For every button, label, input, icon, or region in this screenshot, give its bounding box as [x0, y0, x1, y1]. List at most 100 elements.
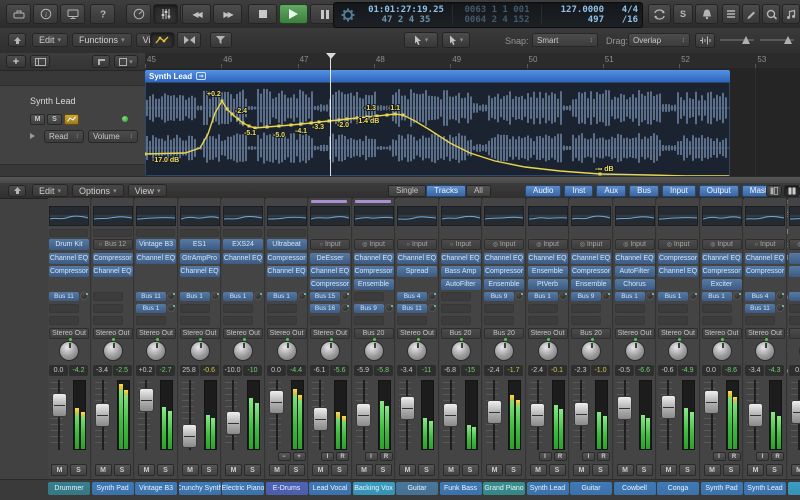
input-slot[interactable]: Vintage B3 — [136, 239, 176, 250]
slider-thumb[interactable] — [742, 36, 750, 44]
send-slot-empty[interactable] — [702, 304, 732, 313]
volume-fader[interactable] — [617, 396, 632, 420]
apple-loops-button[interactable] — [762, 4, 780, 24]
volume-value[interactable]: -3.4 — [745, 365, 764, 376]
audio-fx-slot[interactable]: P — [789, 266, 800, 277]
lcd-locators-block[interactable]: 0063 1 1 001 0064 2 4 152 — [452, 5, 541, 25]
note-pads-button[interactable] — [742, 4, 760, 24]
volume-automation-curve[interactable]: -17.0 dB+0.2-2.4-5.1-5.0-4.1-3.3-2.0-1.4… — [145, 82, 730, 176]
send-slot[interactable]: Bus 4 — [745, 292, 775, 301]
smart-controls-button[interactable] — [126, 4, 151, 24]
input-slot[interactable]: ◎Input — [789, 239, 800, 250]
automation-node[interactable] — [266, 126, 269, 129]
volume-value[interactable]: -6.8 — [441, 365, 460, 376]
pan-knob[interactable] — [103, 341, 123, 361]
quick-help-button[interactable]: ? — [90, 4, 115, 24]
send-slot[interactable]: Bus 4 — [397, 292, 427, 301]
audio-fx-slot[interactable]: Channel EQ — [180, 266, 220, 277]
input-slot[interactable]: ◎Input — [702, 239, 742, 250]
playhead[interactable] — [330, 56, 331, 176]
hide-tracks-area-button[interactable] — [8, 33, 26, 47]
volume-value[interactable]: -10.0 — [223, 365, 242, 376]
send-slot-empty[interactable] — [49, 304, 79, 313]
increment-button[interactable]: + — [293, 452, 306, 461]
volume-fader[interactable] — [748, 403, 763, 427]
send-slot-empty[interactable] — [93, 316, 123, 325]
snap-select[interactable]: Smart↕ — [532, 33, 598, 47]
volume-value[interactable]: -0.6 — [658, 365, 677, 376]
mute-button[interactable]: M — [138, 464, 155, 476]
automation-node[interactable] — [402, 114, 405, 117]
region-waveform-area[interactable]: -17.0 dB+0.2-2.4-5.1-5.0-4.1-3.3-2.0-1.4… — [145, 82, 730, 176]
audio-fx-slot[interactable]: Channel EQ — [484, 253, 524, 264]
input-monitor-button[interactable]: I — [582, 452, 595, 461]
eq-thumbnail[interactable] — [615, 206, 655, 226]
record-enable-button[interactable]: R — [597, 452, 610, 461]
send-knob[interactable] — [167, 304, 175, 312]
input-slot[interactable]: ◎Input — [571, 239, 611, 250]
pan-knob[interactable] — [625, 341, 645, 361]
track-mute-button[interactable]: M — [30, 114, 45, 125]
eq-thumbnail[interactable] — [484, 206, 524, 226]
send-slot[interactable]: Bus 1 — [180, 292, 210, 301]
pan-knob[interactable] — [581, 341, 601, 361]
send-slot-empty[interactable] — [484, 304, 514, 313]
send-slot-empty[interactable] — [528, 304, 558, 313]
eq-thumbnail[interactable] — [136, 206, 176, 226]
channel-name[interactable]: Synth Lead — [527, 482, 569, 495]
volume-value[interactable]: 0.0 — [267, 365, 286, 376]
input-monitor-button[interactable]: I — [713, 452, 726, 461]
browsers-button[interactable] — [782, 4, 800, 24]
mute-button[interactable]: M — [182, 464, 199, 476]
audio-fx-slot[interactable]: GtrAmpPro — [180, 253, 220, 264]
audio-fx-slot[interactable]: Compressor — [93, 253, 133, 264]
mixer-menu-options[interactable]: Options▾ — [72, 184, 124, 197]
waveform-zoom-button[interactable] — [695, 33, 715, 48]
flex-toggle-button[interactable] — [177, 32, 201, 48]
volume-fader[interactable] — [182, 424, 197, 448]
volume-fader[interactable] — [139, 388, 154, 412]
eq-thumbnail[interactable] — [702, 206, 742, 226]
audio-fx-slot[interactable]: Compressor — [702, 266, 742, 277]
cycle-button[interactable] — [648, 4, 671, 24]
list-editors-button[interactable] — [722, 4, 740, 24]
channel-name[interactable]: Grand Piano — [483, 482, 525, 495]
audio-fx-slot[interactable]: Channel EQ — [93, 266, 133, 277]
automation-node[interactable] — [290, 124, 293, 127]
solo-button[interactable]: S — [766, 464, 783, 476]
input-slot[interactable]: ○Input — [397, 239, 437, 250]
audio-fx-slot[interactable]: Ensemble — [484, 279, 524, 290]
eq-thumbnail[interactable] — [397, 206, 437, 226]
duplicate-track-button[interactable] — [30, 55, 50, 68]
send-slot-empty[interactable] — [354, 316, 384, 325]
eq-thumbnail[interactable] — [49, 206, 89, 226]
audio-fx-slot[interactable]: Channel EQ — [310, 266, 350, 277]
send-knob[interactable] — [733, 292, 741, 300]
vertical-zoom-slider[interactable] — [720, 36, 754, 44]
track-on-indicator[interactable] — [122, 116, 128, 122]
send-slot-empty[interactable] — [571, 304, 601, 313]
channel-name[interactable]: Conga — [657, 482, 699, 495]
audio-fx-slot[interactable]: Channel EQ — [528, 253, 568, 264]
audio-fx-slot[interactable]: Compressor — [571, 266, 611, 277]
midi-fx-slot[interactable] — [267, 229, 306, 237]
send-slot-empty[interactable] — [441, 304, 471, 313]
channel-name[interactable]: Crunchy Synth — [179, 482, 221, 495]
volume-value[interactable]: -5.9 — [354, 365, 373, 376]
audio-fx-slot[interactable]: Channel EQ — [441, 253, 481, 264]
input-monitor-button[interactable]: I — [756, 452, 769, 461]
solo-button[interactable]: S — [114, 464, 131, 476]
count-in-button[interactable] — [695, 4, 718, 24]
track-header-config-button[interactable]: ▾ — [114, 55, 138, 68]
audio-fx-slot[interactable]: AutoFilter — [615, 266, 655, 277]
mixer-filter-aux[interactable]: Aux — [596, 185, 626, 197]
solo-button[interactable]: S — [201, 464, 218, 476]
send-slot-empty[interactable] — [615, 316, 645, 325]
volume-value[interactable]: -2.3 — [571, 365, 590, 376]
send-slot-empty[interactable] — [702, 316, 732, 325]
pan-knob[interactable] — [451, 341, 471, 361]
automation-node[interactable] — [394, 113, 397, 116]
automation-parameter-select[interactable]: Volume↕ — [88, 130, 138, 143]
audio-fx-slot[interactable]: Channel EQ — [571, 253, 611, 264]
solo-button[interactable]: S — [592, 464, 609, 476]
